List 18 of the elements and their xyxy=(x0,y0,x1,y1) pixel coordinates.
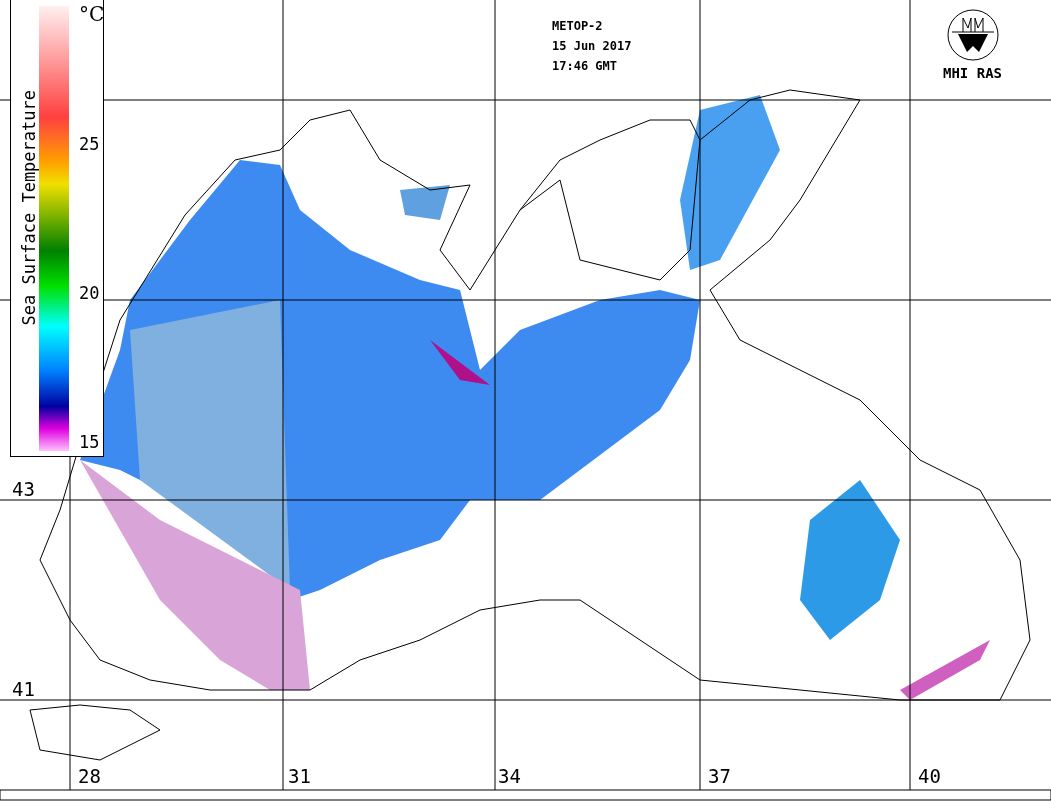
tick-label: 25 xyxy=(79,134,100,154)
satellite-info-text: METOP-2 xyxy=(552,18,604,35)
longitude-label: 28 xyxy=(78,765,101,787)
sea-temperature-patch xyxy=(400,185,450,220)
logo-icon xyxy=(945,8,1000,62)
satellite-info-text: 17:46 GMT xyxy=(552,58,619,75)
satellite-info-text: 15 Jun 2017 xyxy=(552,38,632,55)
logo-text: MHI RAS xyxy=(943,65,1002,81)
colorbar-title: Sea Surface Temperature xyxy=(19,90,39,326)
longitude-label: 37 xyxy=(708,765,731,787)
longitude-label: 40 xyxy=(918,765,941,787)
longitude-label: 34 xyxy=(498,765,521,787)
latitude-label: 41 xyxy=(12,678,35,700)
tick-label: 15 xyxy=(79,432,100,452)
latitude-label: 43 xyxy=(12,478,35,500)
tick-label: 20 xyxy=(79,283,100,303)
unit-label: °C xyxy=(79,2,105,26)
longitude-label: 31 xyxy=(288,765,311,787)
